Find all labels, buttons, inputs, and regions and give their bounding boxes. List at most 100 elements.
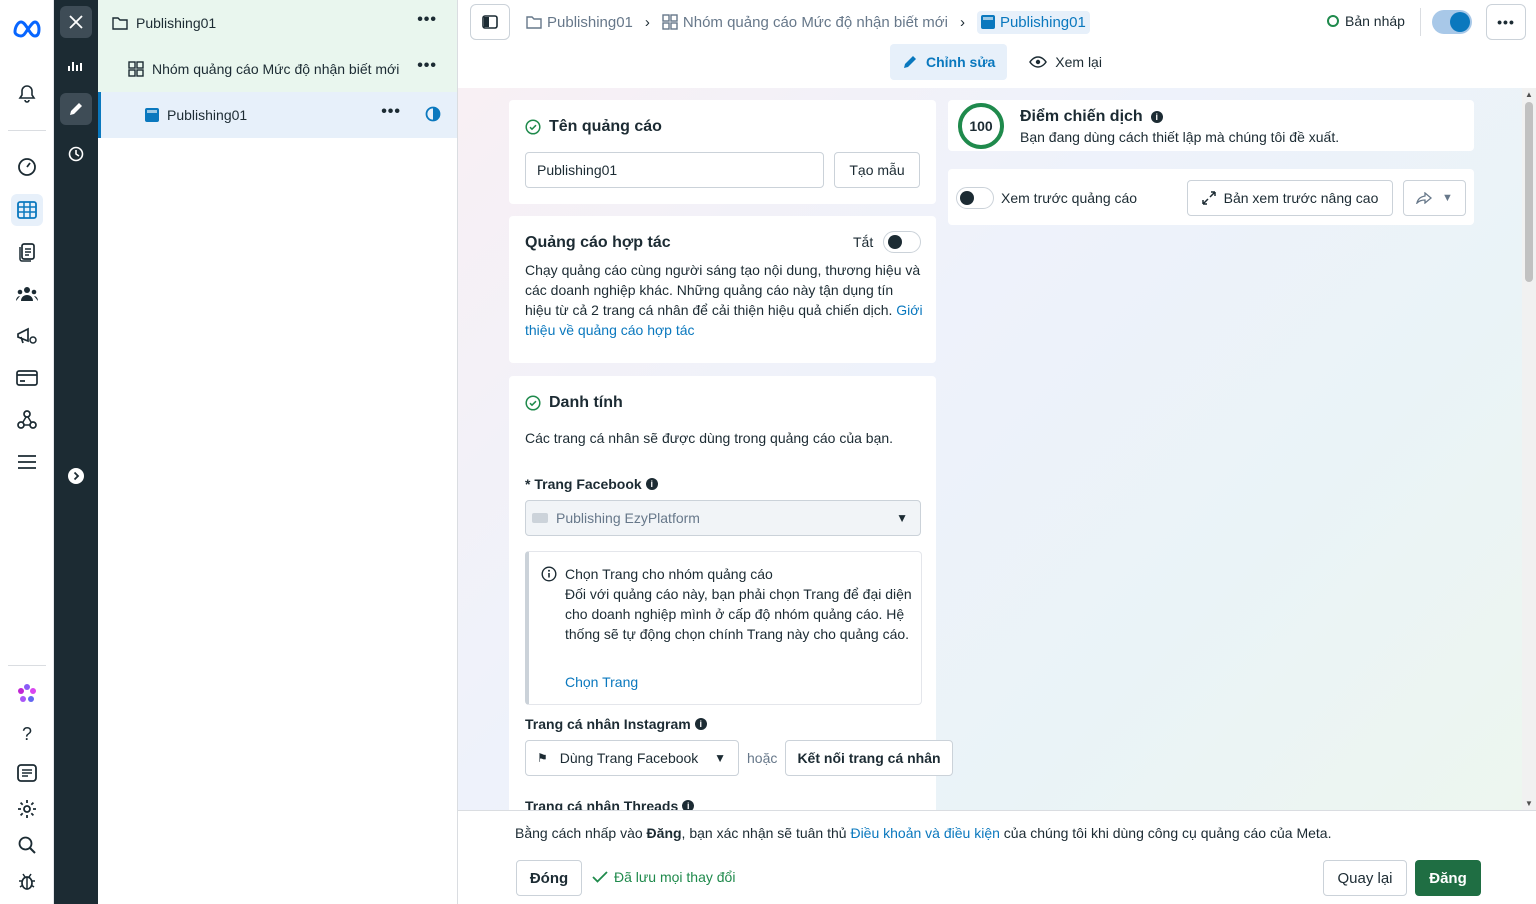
panel-toggle-button[interactable] — [470, 4, 510, 40]
close-icon[interactable] — [60, 6, 92, 38]
info-icon[interactable]: i — [645, 478, 658, 490]
panel-layout-icon — [482, 15, 498, 29]
menu-hamburger-icon[interactable] — [11, 446, 43, 478]
divider — [8, 130, 46, 131]
or-label: hoặc — [747, 750, 778, 766]
canvas-scrollbar[interactable]: ▲ ▼ — [1522, 88, 1536, 810]
check-circle-icon — [525, 119, 541, 135]
share-dropdown-button[interactable]: ▼ — [1403, 180, 1466, 216]
more-actions-button[interactable]: ••• — [1486, 4, 1526, 40]
breadcrumb: Publishing01 › Nhóm quảng cáo Mức độ nhậ… — [526, 8, 1090, 36]
breadcrumb-campaign[interactable]: Publishing01 — [526, 14, 633, 31]
advanced-preview-button[interactable]: Bản xem trước nâng cao — [1187, 180, 1393, 216]
meta-logo-icon[interactable] — [11, 12, 43, 44]
meta-ai-flower-icon[interactable] — [11, 678, 43, 710]
info-icon[interactable]: i — [1150, 111, 1163, 123]
scroll-up-arrow-icon[interactable]: ▲ — [1525, 90, 1533, 99]
tree-row-campaign[interactable]: Publishing01 ••• — [98, 0, 457, 46]
billing-card-icon[interactable] — [11, 362, 43, 394]
bug-report-icon[interactable] — [11, 865, 43, 897]
more-options-icon[interactable]: ••• — [417, 12, 437, 28]
eye-icon — [1029, 56, 1048, 68]
ad-preview-toggle[interactable] — [956, 187, 994, 209]
info-icon[interactable]: i — [682, 800, 695, 810]
tab-edit[interactable]: Chỉnh sửa — [890, 44, 1008, 80]
score-title: Điểm chiến dịch i — [1020, 108, 1163, 126]
adset-grid-icon — [128, 61, 144, 77]
bell-icon[interactable] — [11, 78, 43, 110]
partnership-ads-card: Quảng cáo hợp tác Tắt Chạy quảng cáo cùn… — [509, 216, 936, 363]
campaign-tree-panel: Publishing01 ••• Nhóm quảng cáo Mức độ n… — [98, 0, 458, 904]
scroll-down-arrow-icon[interactable]: ▼ — [1525, 799, 1533, 808]
identity-title: Danh tính — [525, 394, 623, 412]
footer-bar: Bằng cách nhấp vào Đăng, bạn xác nhận sẽ… — [458, 810, 1536, 904]
history-clock-icon[interactable] — [60, 138, 92, 170]
back-button[interactable]: Quay lại — [1323, 860, 1407, 896]
edit-pencil-icon[interactable] — [60, 93, 92, 125]
settings-gear-icon[interactable] — [11, 793, 43, 825]
caret-down-icon: ▼ — [714, 751, 726, 765]
more-options-icon[interactable]: ••• — [417, 58, 437, 74]
info-icon[interactable]: i — [694, 718, 707, 730]
editor-canvas: Tên quảng cáo Publishing01 Tạo mẫu Quảng… — [458, 88, 1522, 810]
search-icon[interactable] — [11, 829, 43, 861]
toggle-knob — [888, 235, 902, 249]
close-button-label: Đóng — [529, 869, 569, 887]
breadcrumb-adset[interactable]: Nhóm quảng cáo Mức độ nhận biết mới — [662, 14, 948, 31]
expand-chevron-icon[interactable] — [60, 460, 92, 492]
events-manager-icon[interactable] — [11, 404, 43, 436]
more-options-icon[interactable]: ••• — [381, 104, 401, 120]
breadcrumb-campaign-label: Publishing01 — [547, 13, 633, 31]
chevron-right-icon: › — [959, 13, 965, 31]
partnership-toggle[interactable] — [883, 231, 921, 253]
instagram-select[interactable]: ⚑ Dùng Trang Facebook ▼ — [525, 740, 739, 776]
half-circle-status-icon[interactable] — [425, 106, 441, 125]
breadcrumb-ad[interactable]: Publishing01 — [976, 10, 1090, 34]
ad-on-off-toggle[interactable] — [1432, 10, 1472, 34]
partnership-description-text: Chạy quảng cáo cùng người sáng tạo nội d… — [525, 262, 921, 318]
draft-status-dot-icon — [1327, 15, 1339, 27]
pages-icon[interactable] — [11, 236, 43, 268]
saved-status: Đã lưu mọi thay đổi — [592, 869, 735, 885]
scrollbar-thumb[interactable] — [1525, 102, 1533, 282]
ads-manager-table-icon[interactable] — [11, 194, 43, 226]
tab-review[interactable]: Xem lại — [1017, 44, 1114, 80]
dashboard-gauge-icon[interactable] — [11, 151, 43, 183]
choose-page-link[interactable]: Chọn Trang — [565, 672, 638, 692]
campaign-settings-icon[interactable] — [11, 320, 43, 352]
tree-row-adset[interactable]: Nhóm quảng cáo Mức độ nhận biết mới ••• — [98, 46, 457, 92]
partnership-title: Quảng cáo hợp tác — [525, 234, 671, 252]
info-circle-icon — [541, 566, 557, 585]
bar-chart-icon[interactable] — [60, 50, 92, 82]
ad-name-input[interactable]: Publishing01 — [525, 152, 824, 188]
terms-notice: Bằng cách nhấp vào Đăng, bạn xác nhận sẽ… — [515, 825, 1331, 841]
page-avatar-icon — [532, 513, 548, 523]
news-feed-icon[interactable] — [11, 757, 43, 789]
instagram-label-text: Trang cá nhân Instagram — [525, 716, 691, 732]
ad-name-card: Tên quảng cáo Publishing01 Tạo mẫu — [509, 100, 936, 204]
tree-row-ad[interactable]: Publishing01 ••• — [98, 92, 457, 138]
facebook-page-select[interactable]: Publishing EzyPlatform ▼ — [525, 500, 921, 536]
ad-icon — [980, 15, 995, 29]
tab-review-label: Xem lại — [1055, 54, 1102, 70]
audiences-icon[interactable] — [11, 278, 43, 310]
help-question-icon[interactable]: ? — [11, 718, 43, 750]
facebook-page-value: Publishing EzyPlatform — [556, 510, 700, 526]
ad-name-title-text: Tên quảng cáo — [549, 118, 662, 135]
publish-button[interactable]: Đăng — [1415, 860, 1481, 896]
adset-grid-icon — [662, 14, 678, 30]
folder-icon — [112, 16, 128, 30]
terms-link[interactable]: Điều khoản và điều kiện — [850, 825, 999, 841]
terms-prefix: Bằng cách nhấp vào — [515, 825, 647, 841]
identity-title-text: Danh tính — [549, 394, 623, 411]
toggle-knob — [960, 191, 974, 205]
partnership-title-text: Quảng cáo hợp tác — [525, 234, 671, 251]
folder-icon — [526, 16, 542, 29]
create-template-button[interactable]: Tạo mẫu — [834, 152, 920, 188]
tool-strip — [54, 0, 98, 904]
divider — [1420, 8, 1421, 36]
connect-profile-button[interactable]: Kết nối trang cá nhân — [785, 740, 953, 776]
breadcrumb-ad-label: Publishing01 — [999, 13, 1086, 31]
close-button[interactable]: Đóng — [516, 860, 582, 896]
advanced-preview-label: Bản xem trước nâng cao — [1223, 190, 1379, 206]
